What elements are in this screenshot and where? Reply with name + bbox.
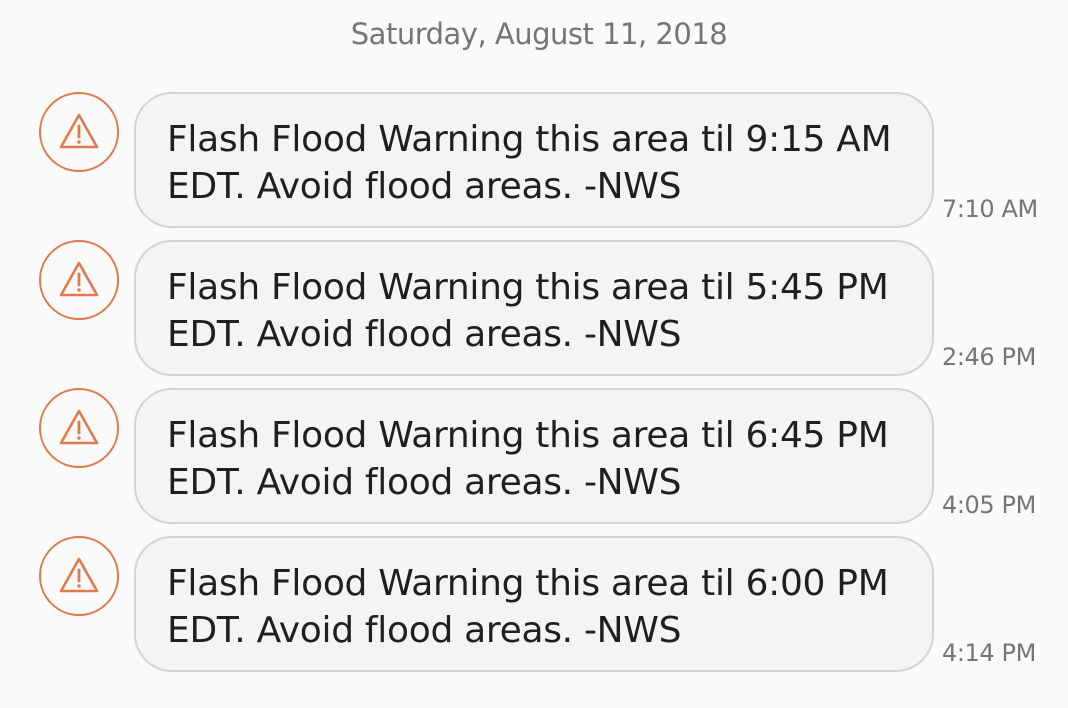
sender-avatar[interactable] xyxy=(39,388,119,468)
message-text: Flash Flood Warning this area til 9:15 A… xyxy=(167,116,902,210)
warning-icon xyxy=(59,409,99,445)
message-line-2: EDT. Avoid flood areas. -NWS xyxy=(167,610,682,651)
message-bubble[interactable]: Flash Flood Warning this area til 9:15 A… xyxy=(134,92,934,228)
message-line-1: Flash Flood Warning this area til 6:45 P… xyxy=(167,415,889,456)
message-item[interactable]: Flash Flood Warning this area til 6:00 P… xyxy=(0,536,1068,672)
sender-avatar[interactable] xyxy=(39,536,119,616)
message-timestamp: 4:14 PM xyxy=(942,639,1036,667)
message-line-1: Flash Flood Warning this area til 9:15 A… xyxy=(167,119,892,160)
message-line-1: Flash Flood Warning this area til 6:00 P… xyxy=(167,563,889,604)
sender-avatar[interactable] xyxy=(39,92,119,172)
message-bubble[interactable]: Flash Flood Warning this area til 6:45 P… xyxy=(134,388,934,524)
warning-icon xyxy=(59,557,99,593)
warning-icon xyxy=(59,113,99,149)
message-item[interactable]: Flash Flood Warning this area til 9:15 A… xyxy=(0,92,1068,228)
message-line-2: EDT. Avoid flood areas. -NWS xyxy=(167,462,682,503)
message-item[interactable]: Flash Flood Warning this area til 6:45 P… xyxy=(0,388,1068,524)
date-header: Saturday, August 11, 2018 xyxy=(350,17,728,51)
message-item[interactable]: Flash Flood Warning this area til 5:45 P… xyxy=(0,240,1068,376)
message-bubble[interactable]: Flash Flood Warning this area til 6:00 P… xyxy=(134,536,934,672)
message-text: Flash Flood Warning this area til 6:00 P… xyxy=(167,560,902,654)
message-text: Flash Flood Warning this area til 6:45 P… xyxy=(167,412,902,506)
message-timestamp: 2:46 PM xyxy=(942,343,1036,371)
message-text: Flash Flood Warning this area til 5:45 P… xyxy=(167,264,902,358)
message-line-2: EDT. Avoid flood areas. -NWS xyxy=(167,314,682,355)
message-line-1: Flash Flood Warning this area til 5:45 P… xyxy=(167,267,889,308)
message-line-2: EDT. Avoid flood areas. -NWS xyxy=(167,166,682,207)
warning-icon xyxy=(59,261,99,297)
message-timestamp: 7:10 AM xyxy=(942,195,1038,223)
sender-avatar[interactable] xyxy=(39,240,119,320)
message-timestamp: 4:05 PM xyxy=(942,491,1036,519)
message-thread[interactable]: Flash Flood Warning this area til 9:15 A… xyxy=(0,92,1068,684)
message-bubble[interactable]: Flash Flood Warning this area til 5:45 P… xyxy=(134,240,934,376)
